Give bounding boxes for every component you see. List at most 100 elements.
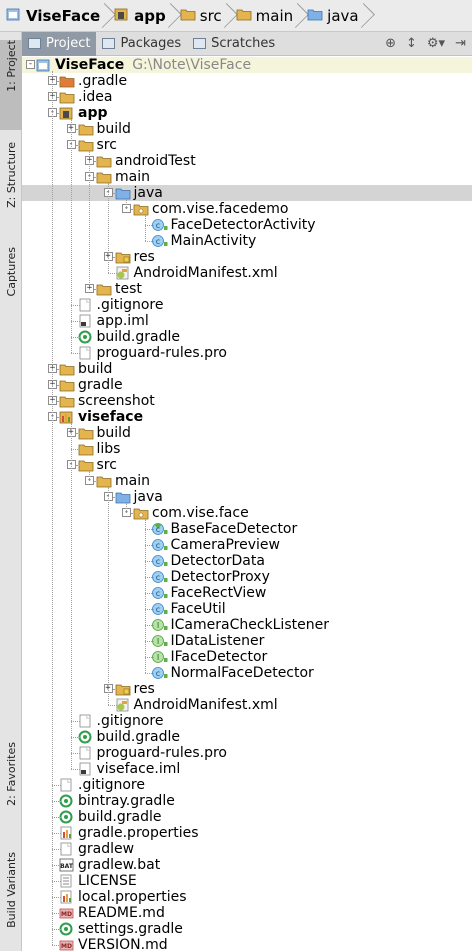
tree-node[interactable]: I IFaceDetector: [22, 649, 472, 665]
tree-node[interactable]: .gitignore: [22, 713, 472, 729]
tree-node-label: AndroidManifest.xml: [133, 265, 278, 281]
hide-icon[interactable]: ⇥: [455, 36, 466, 51]
tree-node-label: com.vise.facedemo: [152, 201, 289, 217]
tree-node[interactable]: BAT gradlew.bat: [22, 857, 472, 873]
tree-guide-line: [144, 609, 154, 610]
tree-guide-line: [107, 183, 109, 273]
project-path: G:\Note\ViseFace: [132, 57, 252, 73]
favorites-tool-tab[interactable]: 2: Favorites: [0, 742, 22, 842]
tree-node[interactable]: + .idea: [22, 89, 472, 105]
tree-node[interactable]: I IDataListener: [22, 633, 472, 649]
tree-guide-line: [57, 385, 61, 386]
settings-gear-icon[interactable]: ⚙▾: [427, 36, 445, 51]
svg-text:MD: MD: [61, 911, 72, 918]
tree-node[interactable]: + .gradle: [22, 73, 472, 89]
tree-node[interactable]: build.gradle: [22, 809, 472, 825]
tab-packages[interactable]: Packages: [96, 32, 187, 56]
tree-guide-line: [52, 71, 53, 945]
build-variants-tool-tab[interactable]: Build Variants: [0, 852, 22, 947]
tree-node-text: local.properties: [78, 889, 187, 905]
tree-node[interactable]: app.iml: [22, 313, 472, 329]
tree-node[interactable]: proguard-rules.pro: [22, 345, 472, 361]
locate-icon[interactable]: ⊕: [385, 36, 396, 51]
tab-project[interactable]: Project: [22, 31, 97, 56]
class-icon: c: [151, 586, 168, 600]
tree-node[interactable]: gradlew: [22, 841, 472, 857]
tree-node[interactable]: - viseface: [22, 409, 472, 425]
tree-node[interactable]: MD README.md: [22, 905, 472, 921]
tree-node[interactable]: MD VERSION.md: [22, 937, 472, 951]
navigation-breadcrumb: ViseFace app src main java: [0, 0, 472, 32]
svg-text:MD: MD: [61, 943, 72, 950]
tree-node-label: IFaceDetector: [170, 649, 268, 665]
tree-guide-line: [57, 97, 61, 98]
project-tree[interactable]: - ViseFace G:\Note\ViseFace + .gradle + .idea -…: [22, 56, 472, 951]
breadcrumb-item[interactable]: main: [232, 0, 303, 32]
tree-node[interactable]: settings.gradle: [22, 921, 472, 937]
tree-node[interactable]: + build: [22, 361, 472, 377]
tree-node[interactable]: c CameraPreview: [22, 537, 472, 553]
tree-node[interactable]: - com.vise.face: [22, 505, 472, 521]
collapse-toggle-icon[interactable]: -: [26, 60, 35, 69]
breadcrumb-item[interactable]: src: [176, 0, 232, 32]
tree-node[interactable]: - java: [22, 489, 472, 505]
breadcrumb-item[interactable]: ViseFace: [0, 0, 110, 32]
breadcrumb-item[interactable]: app: [110, 0, 176, 32]
tree-node[interactable]: proguard-rules.pro: [22, 745, 472, 761]
build-variants-tool-tab-label: Build Variants: [4, 852, 18, 928]
tree-node-label: app.iml: [96, 313, 149, 329]
svg-text:c: c: [155, 525, 159, 534]
tree-node[interactable]: .gitignore: [22, 777, 472, 793]
structure-tool-tab[interactable]: Z: Structure: [0, 142, 22, 242]
tree-node[interactable]: gradle.properties: [22, 825, 472, 841]
breadcrumb-item[interactable]: java: [303, 0, 368, 32]
tree-guide-line: [70, 423, 72, 769]
tree-node[interactable]: AndroidManifest.xml: [22, 697, 472, 713]
project-view-icon: [28, 38, 41, 49]
tree-node[interactable]: - ViseFace G:\Note\ViseFace: [22, 57, 472, 73]
tree-node[interactable]: + screenshot: [22, 393, 472, 409]
scratches-view-icon: [193, 38, 207, 49]
tree-node-label: com.vise.face: [152, 505, 249, 521]
tree-node-text: IFaceDetector: [171, 649, 268, 665]
tree-node[interactable]: build.gradle: [22, 729, 472, 745]
tree-node[interactable]: + res: [22, 681, 472, 697]
tree-node-label: build.gradle: [96, 729, 181, 745]
tree-node[interactable]: I ICameraCheckListener: [22, 617, 472, 633]
tree-guide-line: [144, 673, 154, 674]
tree-node[interactable]: local.properties: [22, 889, 472, 905]
tree-node[interactable]: c FaceRectView: [22, 585, 472, 601]
tree-node[interactable]: + build: [22, 425, 472, 441]
tree-node[interactable]: + build: [22, 121, 472, 137]
tree-node-label: .gitignore: [96, 713, 164, 729]
project-tool-tab[interactable]: 1: Project: [0, 40, 22, 130]
tree-node[interactable]: c DetectorProxy: [22, 569, 472, 585]
tree-node[interactable]: LICENSE: [22, 873, 472, 889]
tree-node[interactable]: viseface.iml: [22, 761, 472, 777]
tree-node[interactable]: bintray.gradle: [22, 793, 472, 809]
tree-guide-line: [144, 215, 146, 241]
tree-node[interactable]: c DetectorData: [22, 553, 472, 569]
tree-node-label: proguard-rules.pro: [96, 345, 227, 361]
tree-node[interactable]: build.gradle: [22, 329, 472, 345]
svg-text:c: c: [155, 589, 159, 598]
tree-node[interactable]: .gitignore: [22, 297, 472, 313]
markdown-file-icon: MD: [59, 906, 75, 920]
tree-node[interactable]: c NormalFaceDetector: [22, 665, 472, 681]
tree-node-text: src: [97, 137, 117, 153]
tree-guide-line: [144, 225, 154, 226]
tree-guide-line: [57, 113, 61, 114]
tree-guide-line: [75, 145, 80, 146]
tree-node-label: screenshot: [78, 393, 155, 409]
tree-node-text: app.iml: [97, 313, 149, 329]
tree-guide-line: [112, 497, 117, 498]
tree-node[interactable]: - app: [22, 105, 472, 121]
tree-node[interactable]: c FaceUtil: [22, 601, 472, 617]
tree-node[interactable]: c BaseFaceDetector: [22, 521, 472, 537]
tree-node[interactable]: libs: [22, 441, 472, 457]
tab-scratches[interactable]: Scratches: [187, 32, 281, 56]
tree-node[interactable]: + gradle: [22, 377, 472, 393]
collapse-all-icon[interactable]: ↕: [406, 36, 417, 51]
tree-node-text: MainActivity: [171, 233, 257, 249]
captures-tool-tab[interactable]: Captures: [0, 247, 22, 327]
